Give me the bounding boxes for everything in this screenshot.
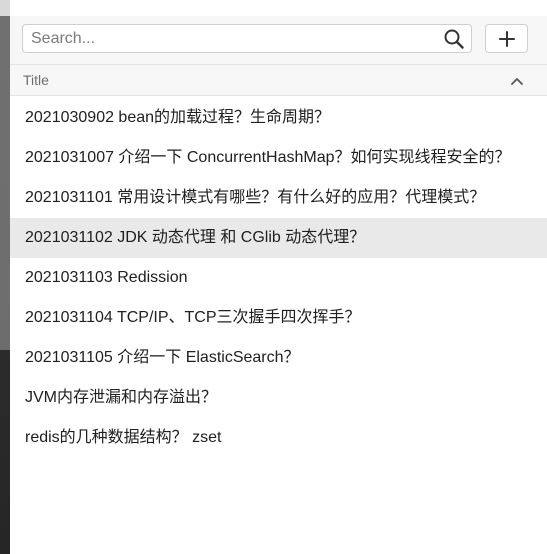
search-icon[interactable] bbox=[443, 28, 465, 50]
list-item[interactable]: 2021030902 bean的加载过程？生命周期？ bbox=[10, 98, 547, 138]
list-item[interactable]: JVM内存泄漏和内存溢出？ bbox=[10, 378, 547, 418]
column-header[interactable]: Title bbox=[10, 65, 547, 96]
app-window: Title 2021030902 bean的加载过程？生命周期？20210310… bbox=[0, 0, 547, 554]
chevron-up-icon[interactable] bbox=[510, 74, 524, 86]
toolbar bbox=[10, 16, 547, 65]
list-item[interactable]: 2021031101 常用设计模式有哪些？有什么好的应用？代理模式？ bbox=[10, 178, 547, 218]
list-item[interactable]: 2021031102 JDK 动态代理 和 CGlib 动态代理？ bbox=[10, 218, 547, 258]
list-item[interactable]: 2021031007 介绍一下 ConcurrentHashMap？如何实现线程… bbox=[10, 138, 547, 178]
note-list: 2021030902 bean的加载过程？生命周期？ 2021031007 介绍一… bbox=[10, 98, 547, 458]
list-item[interactable]: redis的几种数据结构？ zset bbox=[10, 418, 547, 458]
column-title: Title bbox=[23, 72, 49, 88]
add-note-button[interactable] bbox=[485, 24, 528, 53]
list-item[interactable]: 2021031105 介绍一下 ElasticSearch？ bbox=[10, 338, 547, 378]
search-input[interactable] bbox=[23, 25, 433, 52]
plus-icon bbox=[499, 31, 515, 47]
list-item[interactable]: 2021031103 Redission bbox=[10, 258, 547, 298]
top-spacer bbox=[10, 0, 547, 16]
search-box[interactable] bbox=[22, 24, 472, 53]
notes-panel: Title 2021030902 bean的加载过程？生命周期？20210310… bbox=[10, 16, 547, 554]
window-edge bbox=[0, 0, 10, 554]
list-item[interactable]: 2021031104 TCP/IP、TCP三次握手四次挥手？ bbox=[10, 298, 547, 338]
